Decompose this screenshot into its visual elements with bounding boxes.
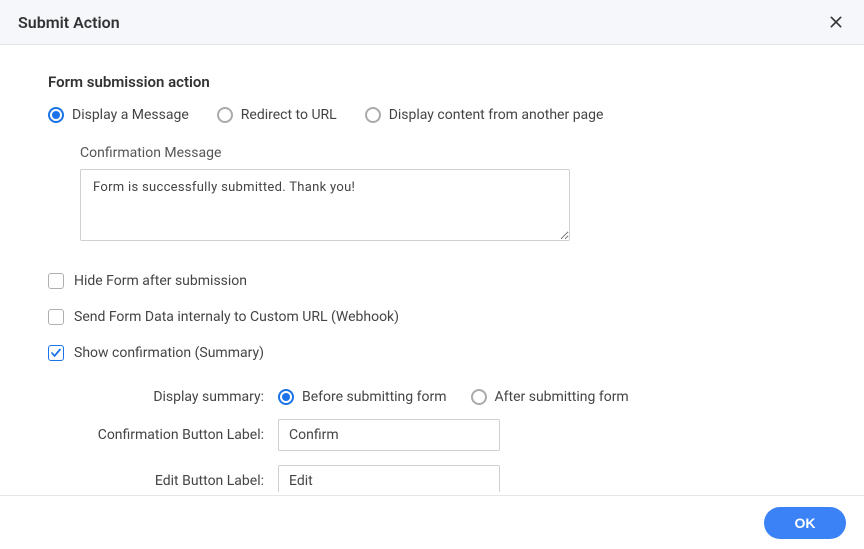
radio-icon	[48, 107, 64, 123]
ok-button[interactable]: OK	[764, 507, 846, 539]
display-summary-row: Display summary: Before submitting form …	[48, 389, 816, 405]
confirmation-message-label: Confirmation Message	[80, 145, 816, 161]
close-button[interactable]	[826, 12, 846, 32]
radio-icon	[365, 107, 381, 123]
radio-label: Redirect to URL	[241, 107, 337, 123]
radio-label: After submitting form	[495, 389, 629, 405]
checkbox-label: Send Form Data internaly to Custom URL (…	[74, 309, 399, 325]
radio-icon	[471, 389, 487, 405]
checkbox-label: Hide Form after submission	[74, 273, 247, 289]
close-icon	[828, 14, 844, 30]
display-summary-radio-group: Before submitting form After submitting …	[278, 389, 629, 405]
checkbox-label: Show confirmation (Summary)	[74, 345, 264, 361]
checkbox-icon	[48, 273, 64, 289]
dialog-title: Submit Action	[18, 13, 120, 32]
edit-button-label-row: Edit Button Label:	[48, 465, 816, 492]
confirmation-button-label-label: Confirmation Button Label:	[48, 427, 278, 443]
radio-label: Display content from another page	[389, 107, 604, 123]
radio-redirect-url[interactable]: Redirect to URL	[217, 107, 337, 123]
confirmation-button-label-row: Confirmation Button Label:	[48, 419, 816, 451]
dialog-content: Form submission action Display a Message…	[0, 45, 864, 492]
submission-action-radio-group: Display a Message Redirect to URL Displa…	[48, 107, 816, 123]
radio-display-content[interactable]: Display content from another page	[365, 107, 604, 123]
dialog-footer: OK	[0, 495, 864, 549]
dialog-header: Submit Action	[0, 0, 864, 45]
checkbox-icon	[48, 345, 64, 361]
options-checkbox-list: Hide Form after submission Send Form Dat…	[48, 273, 816, 361]
checkbox-send-webhook[interactable]: Send Form Data internaly to Custom URL (…	[48, 309, 816, 325]
radio-after-submitting[interactable]: After submitting form	[471, 389, 629, 405]
confirmation-message-block: Confirmation Message	[80, 145, 816, 245]
radio-label: Display a Message	[72, 107, 189, 123]
radio-icon	[278, 389, 294, 405]
display-summary-label: Display summary:	[48, 389, 278, 405]
checkbox-hide-form[interactable]: Hide Form after submission	[48, 273, 816, 289]
radio-label: Before submitting form	[302, 389, 447, 405]
radio-before-submitting[interactable]: Before submitting form	[278, 389, 447, 405]
confirmation-button-label-input[interactable]	[278, 419, 500, 451]
edit-button-label-label: Edit Button Label:	[48, 473, 278, 489]
edit-button-label-input[interactable]	[278, 465, 500, 492]
checkbox-show-summary[interactable]: Show confirmation (Summary)	[48, 345, 816, 361]
checkbox-icon	[48, 309, 64, 325]
summary-options: Display summary: Before submitting form …	[48, 389, 816, 492]
section-title: Form submission action	[48, 73, 816, 91]
radio-display-message[interactable]: Display a Message	[48, 107, 189, 123]
radio-icon	[217, 107, 233, 123]
confirmation-message-input[interactable]	[80, 169, 570, 241]
